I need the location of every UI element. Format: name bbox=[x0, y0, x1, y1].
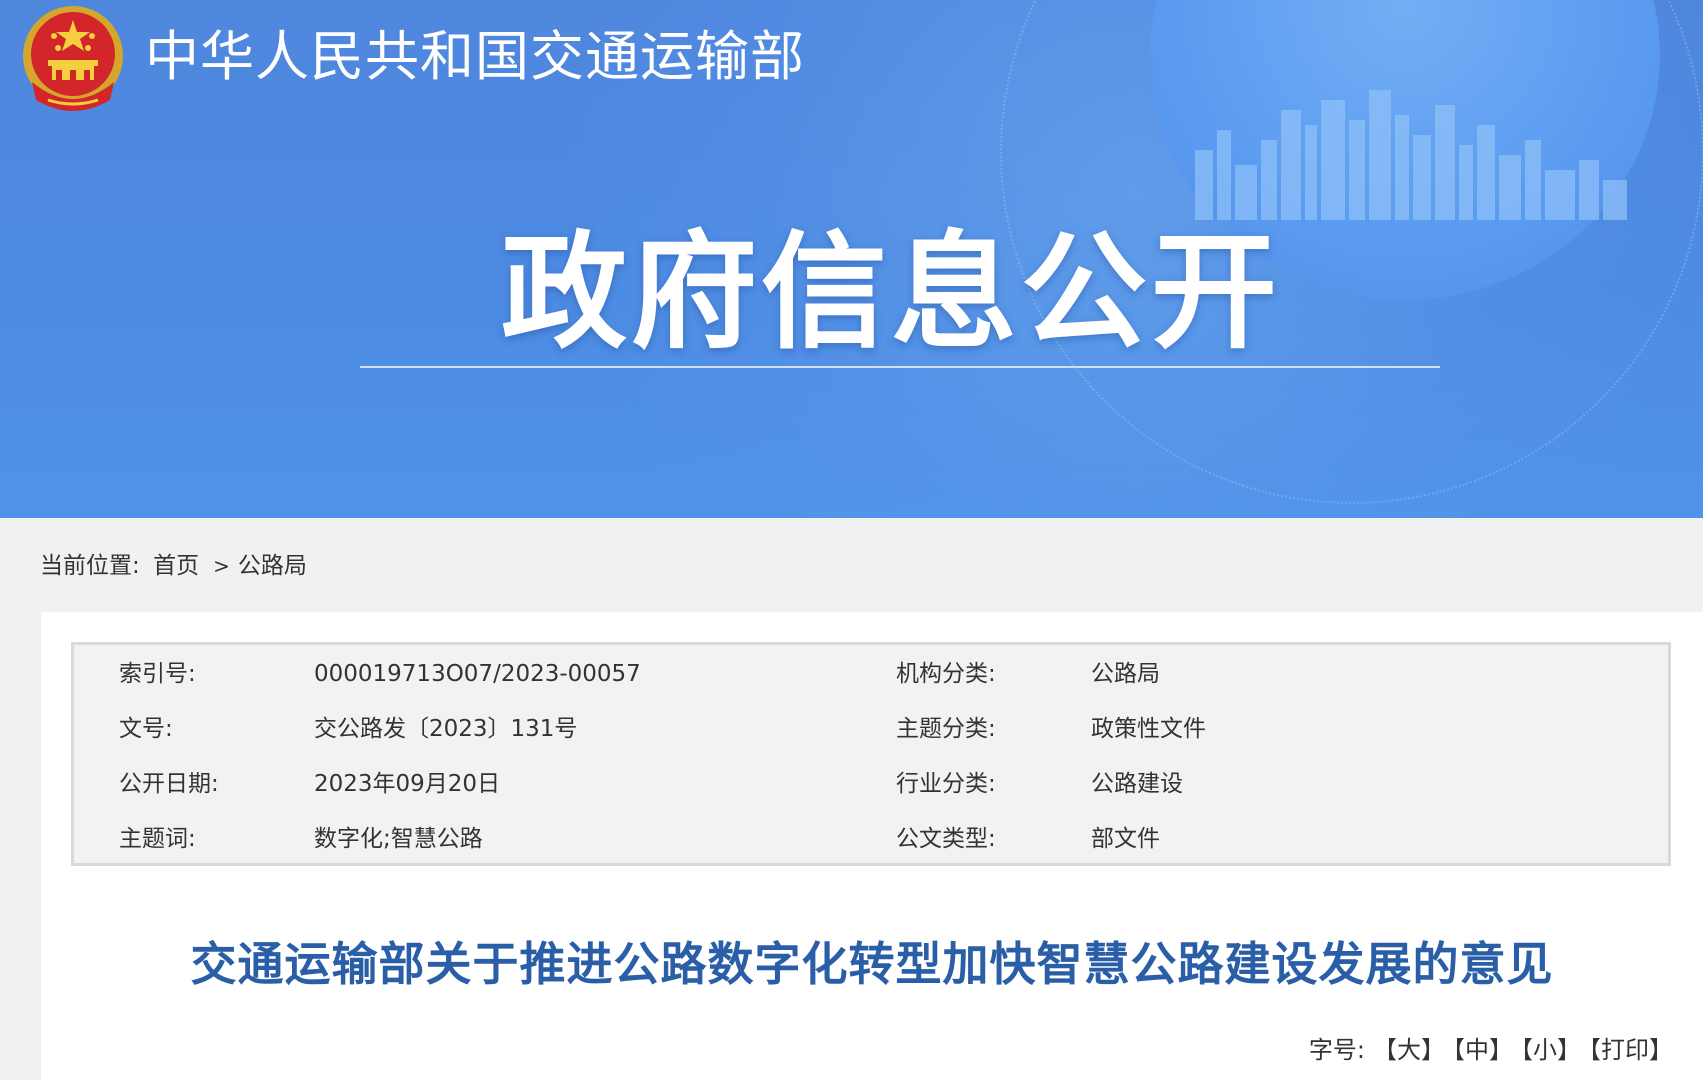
organization-category-label: 机构分类: bbox=[896, 661, 996, 687]
topic-category-label: 主题分类: bbox=[896, 716, 996, 742]
organization-category-value: 公路局 bbox=[1091, 661, 1160, 687]
content-card: 索引号: 000019713O07/2023-00057 机构分类: 公路局 文… bbox=[41, 612, 1703, 1080]
document-number-value: 交公路发〔2023〕131号 bbox=[314, 716, 578, 742]
keywords-label: 主题词: bbox=[119, 826, 196, 852]
metadata-row-date: 公开日期: 2023年09月20日 行业分类: 公路建设 bbox=[74, 757, 1668, 812]
index-number-value: 000019713O07/2023-00057 bbox=[314, 661, 641, 687]
keywords-value: 数字化;智慧公路 bbox=[314, 826, 483, 852]
publish-date-label: 公开日期: bbox=[119, 771, 219, 797]
metadata-row-index: 索引号: 000019713O07/2023-00057 机构分类: 公路局 bbox=[74, 647, 1668, 702]
national-emblem-icon bbox=[23, 6, 123, 111]
industry-category-value: 公路建设 bbox=[1091, 771, 1183, 797]
print-button[interactable]: 【打印】 bbox=[1589, 1036, 1673, 1064]
font-large-button[interactable]: 【大】 bbox=[1373, 1036, 1445, 1064]
index-number-label: 索引号: bbox=[119, 661, 196, 687]
font-medium-button[interactable]: 【中】 bbox=[1453, 1036, 1513, 1064]
metadata-row-doc-number: 文号: 交公路发〔2023〕131号 主题分类: 政策性文件 bbox=[74, 702, 1668, 757]
font-size-toolbar: 字号: 【大】 【中】 【小】 【打印】 bbox=[1309, 1032, 1673, 1068]
document-type-label: 公文类型: bbox=[896, 826, 996, 852]
header-banner: 中华人民共和国交通运输部 政府信息公开 bbox=[0, 0, 1703, 518]
title-divider bbox=[360, 366, 1440, 368]
industry-category-label: 行业分类: bbox=[896, 771, 996, 797]
section-title: 政府信息公开 bbox=[501, 219, 1281, 366]
city-skyline-icon bbox=[1195, 90, 1627, 220]
breadcrumb: 当前位置: 首页 > 公路局 bbox=[40, 548, 313, 584]
document-number-label: 文号: bbox=[119, 716, 173, 742]
font-small-button[interactable]: 【小】 bbox=[1521, 1036, 1581, 1064]
breadcrumb-separator: > bbox=[213, 554, 230, 578]
font-size-label: 字号: bbox=[1308, 1036, 1365, 1064]
ministry-name: 中华人民共和国交通运输部 bbox=[145, 25, 805, 88]
breadcrumb-highway-bureau-link[interactable]: 公路局 bbox=[238, 553, 307, 579]
document-type-value: 部文件 bbox=[1091, 826, 1160, 852]
breadcrumb-label: 当前位置: bbox=[40, 553, 140, 579]
topic-category-value: 政策性文件 bbox=[1091, 716, 1206, 742]
breadcrumb-home-link[interactable]: 首页 bbox=[153, 553, 199, 579]
publish-date-value: 2023年09月20日 bbox=[314, 771, 501, 797]
metadata-row-keywords: 主题词: 数字化;智慧公路 公文类型: 部文件 bbox=[74, 812, 1668, 867]
document-title: 交通运输部关于推进公路数字化转型加快智慧公路建设发展的意见 bbox=[190, 937, 1554, 991]
document-metadata-table: 索引号: 000019713O07/2023-00057 机构分类: 公路局 文… bbox=[71, 642, 1671, 866]
